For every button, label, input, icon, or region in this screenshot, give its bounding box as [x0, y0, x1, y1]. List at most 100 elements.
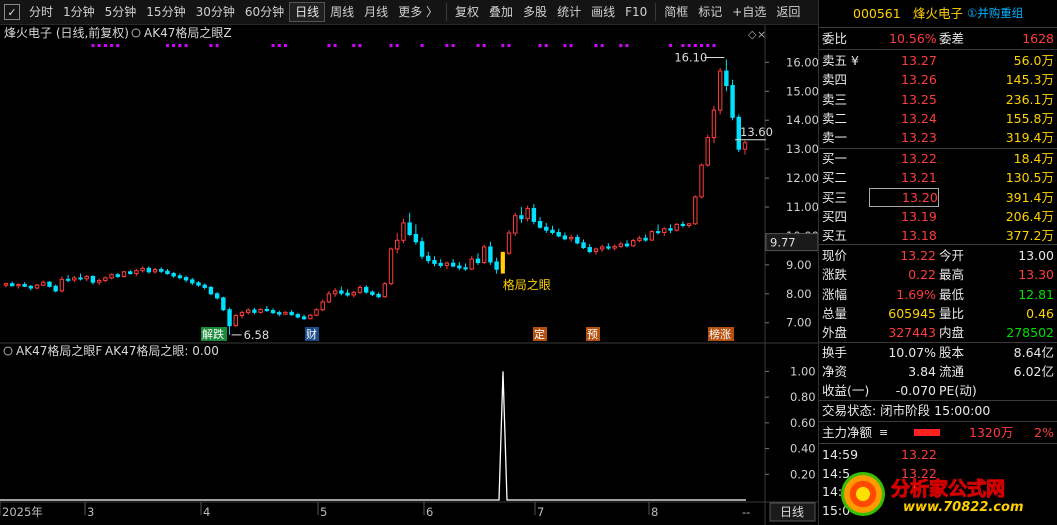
toolbar-separator [655, 3, 657, 21]
toolbar-item-12[interactable]: 多股 [518, 0, 552, 25]
toolbar-item-15[interactable]: F10 [620, 0, 652, 25]
stat2-row: 净资 3.84 流通 6.02亿 [819, 362, 1057, 381]
signal-dot [389, 44, 393, 47]
signal-dot [569, 44, 573, 47]
toolbar-item-14[interactable]: 画线 [586, 0, 620, 25]
signal-dot [712, 44, 716, 47]
candle-body [183, 277, 189, 281]
toolbar-item-11[interactable]: 叠加 [484, 0, 518, 25]
chart-area[interactable]: 烽火电子 (日线,前复权) AK47格局之眼Z 16.00 15.00 14.00 13.… [0, 25, 818, 525]
x-axis-label: 5 [320, 505, 327, 519]
toolbar-item-9[interactable]: 更多 〉 [393, 0, 443, 25]
signal-dot [507, 44, 511, 47]
ask-price: 13.23 [901, 130, 937, 146]
weicha-value: 1628 [1022, 31, 1054, 46]
candle-body [562, 235, 568, 240]
toolbar-item-17[interactable]: 标记 [693, 0, 727, 25]
sub-title: AK47格局之眼F [16, 343, 102, 358]
toolbar-item-1[interactable]: 1分钟 [58, 0, 100, 25]
candle-body [190, 279, 195, 284]
reorg-link[interactable]: ①并购重组 [967, 4, 1023, 23]
signal-dot [172, 44, 176, 47]
crosshair-price-label: 9.77 [770, 236, 796, 250]
high-label: 16.10 [674, 50, 707, 64]
watermark: 分析家公式网 www.70822.com [841, 470, 1053, 520]
stat-value: 1.69% [896, 286, 936, 302]
candle-body [655, 231, 661, 234]
toolbar-item-5[interactable]: 60分钟 [240, 0, 289, 25]
event-badge-text: 财 [306, 327, 317, 341]
toolbar-item-7[interactable]: 周线 [325, 0, 359, 25]
trade-status-row: 交易状态: 闭市阶段 15:00:00 [819, 401, 1057, 420]
sub-axis-label: 0.80 [790, 390, 816, 404]
signal-dot [563, 44, 567, 47]
bid-price: 13.19 [901, 208, 937, 224]
signal-bar [500, 251, 505, 274]
low-label: 6.58 [244, 328, 270, 342]
toolbar-item-13[interactable]: 统计 [552, 0, 586, 25]
ask-volume: 155.8万 [1005, 110, 1054, 126]
stat-value: 13.30 [1018, 267, 1054, 283]
toolbar-item-8[interactable]: 月线 [359, 0, 393, 25]
candle-body [618, 243, 624, 247]
candle-body [469, 258, 474, 270]
candle-body [301, 316, 307, 320]
ask-row: 卖五 ¥13.27 56.0万 [819, 51, 1057, 70]
stat-label: 换手 [822, 345, 848, 360]
price-axis-label: 13.00 [786, 142, 818, 156]
bid-volume: 18.4万 [1013, 151, 1054, 166]
candle-body [109, 274, 114, 279]
bid-price: 13.22 [901, 151, 937, 166]
candle-body [568, 236, 574, 240]
toolbar-item-16[interactable]: 简框 [659, 0, 693, 25]
sub-axis-label: 1.00 [790, 364, 816, 378]
stat-label: 涨幅 [822, 286, 848, 302]
candle-body [308, 314, 313, 320]
stat-label: 量比 [939, 305, 965, 321]
toolbar-item-19[interactable]: 返回 [771, 0, 805, 25]
toolbar-checkbox[interactable]: ✓ [4, 4, 20, 20]
indicator-toggle-icon [131, 28, 141, 38]
toolbar-item-2[interactable]: 5分钟 [100, 0, 142, 25]
indicator-line [0, 371, 746, 501]
candle-body [171, 273, 176, 277]
candle-body [631, 240, 636, 247]
signal-dot [103, 44, 107, 47]
candle-body [488, 246, 493, 263]
candle-body [388, 248, 394, 285]
candle-body [606, 246, 611, 249]
signal-dot [165, 44, 169, 47]
signal-dot [482, 44, 486, 47]
candle-body [65, 278, 71, 281]
signal-dot [668, 44, 672, 47]
candle-body [96, 280, 102, 283]
candle-body [413, 234, 419, 243]
candle-body [426, 255, 431, 262]
toolbar-item-10[interactable]: 复权 [450, 0, 484, 25]
event-badge-text: 解跌 [202, 327, 224, 341]
tick-row: 14:59 13.22 [819, 445, 1057, 464]
candle-body [407, 222, 412, 236]
signal-dot [277, 44, 281, 47]
candle-body [612, 245, 617, 249]
price-axis-label: 11.00 [786, 200, 818, 214]
toolbar-item-18[interactable]: +自选 [727, 0, 771, 25]
candle-body [674, 223, 679, 231]
kline-chart-svg[interactable]: 烽火电子 (日线,前复权) AK47格局之眼Z 16.00 15.00 14.00 13.… [0, 25, 818, 525]
candle-body [277, 312, 282, 315]
candle-body [59, 278, 65, 292]
candle-body [264, 308, 270, 312]
candle-body [196, 282, 201, 286]
main-flow-label: 主力净额 [822, 425, 873, 440]
toolbar-item-4[interactable]: 30分钟 [191, 0, 240, 25]
bid-volume: 130.5万 [1005, 170, 1054, 186]
toolbar-item-3[interactable]: 15分钟 [141, 0, 190, 25]
stat-label: 现价 [822, 248, 848, 263]
ask-price: 13.25 [901, 91, 937, 107]
toolbar-item-6[interactable]: 日线 [289, 2, 326, 22]
signal-dot [215, 44, 219, 47]
candle-body [544, 226, 549, 231]
separator [819, 27, 1057, 28]
candle-body [245, 309, 251, 314]
toolbar-item-0[interactable]: 分时 [24, 0, 58, 25]
